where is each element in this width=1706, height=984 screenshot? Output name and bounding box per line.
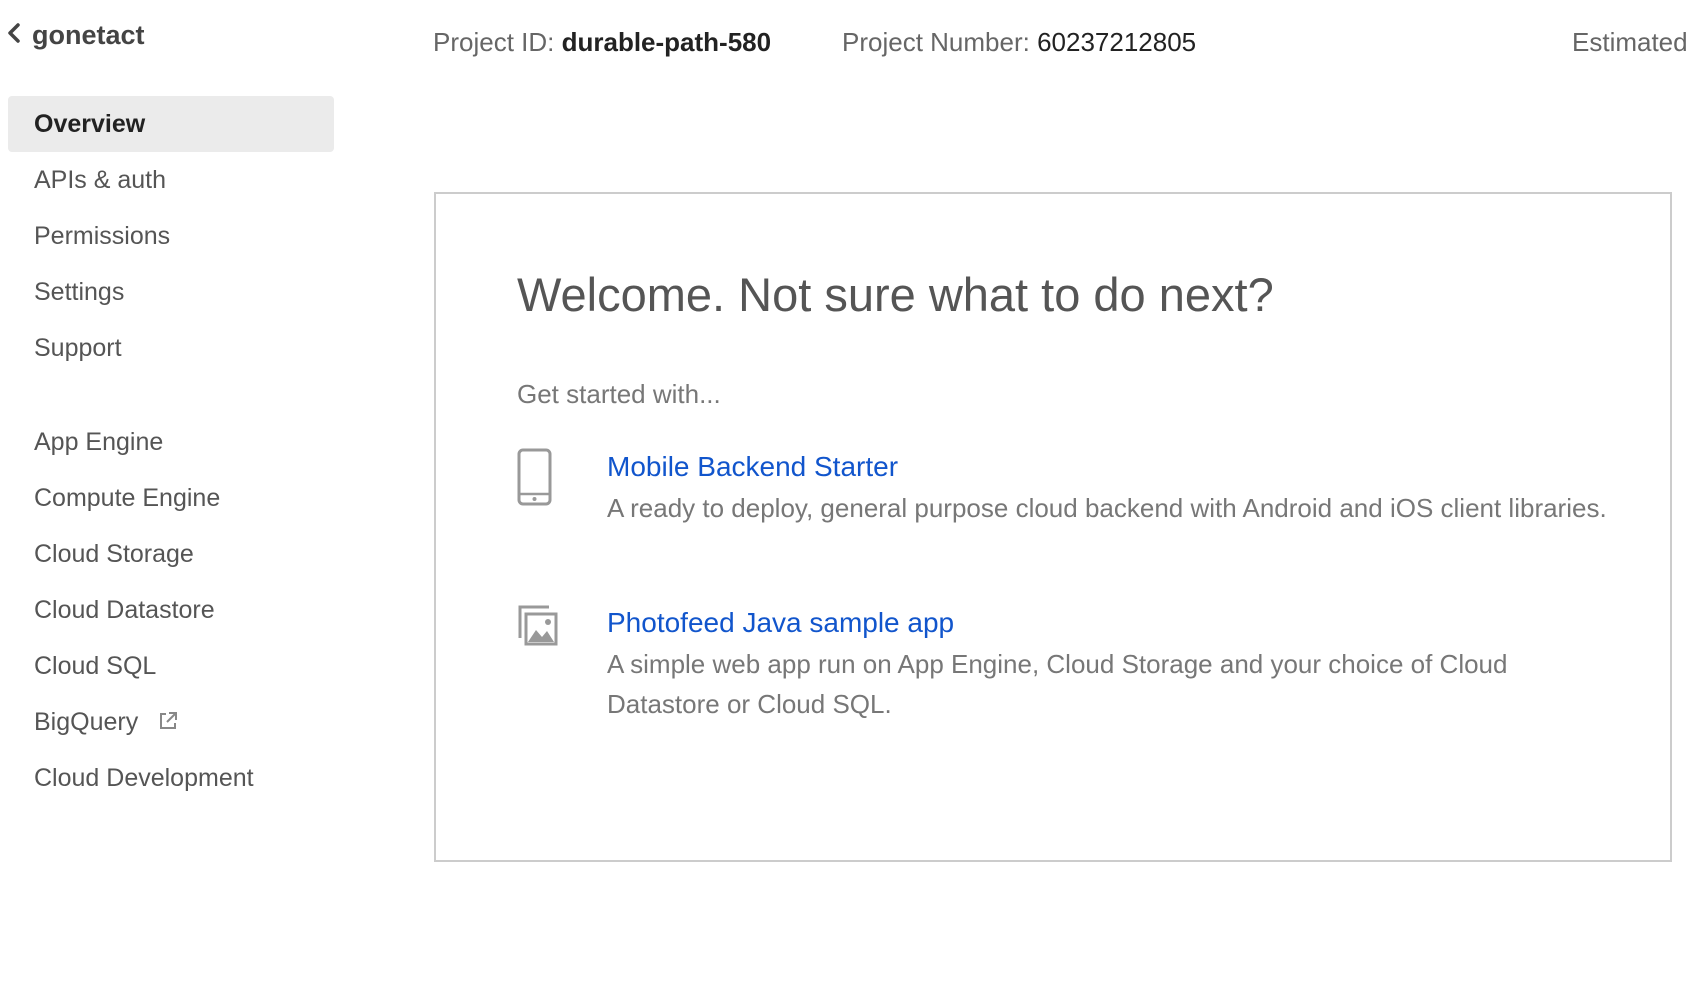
image-gallery-icon	[518, 605, 558, 646]
project-number-value: 60237212805	[1037, 27, 1197, 57]
sidebar-divider-space	[8, 376, 334, 414]
sidebar-item-compute-engine[interactable]: Compute Engine	[8, 470, 334, 526]
welcome-card: Welcome. Not sure what to do next? Get s…	[434, 192, 1672, 862]
welcome-title: Welcome. Not sure what to do next?	[517, 268, 1274, 321]
sidebar-item-settings[interactable]: Settings	[8, 264, 334, 320]
sidebar-item-apis-auth[interactable]: APIs & auth	[8, 152, 334, 208]
mobile-phone-icon	[517, 448, 552, 506]
sidebar-item-label: BigQuery	[34, 708, 139, 736]
starter-text: Photofeed Java sample app A simple web a…	[607, 604, 1607, 724]
page: gonetact Project ID: durable-path-580 Pr…	[0, 0, 1706, 984]
sidebar-item-cloud-sql[interactable]: Cloud SQL	[8, 638, 334, 694]
sidebar-item-app-engine[interactable]: App Engine	[8, 414, 334, 470]
estimated-label: Estimated	[1572, 27, 1688, 57]
starter-item-photofeed: Photofeed Java sample app A simple web a…	[517, 604, 1607, 724]
sidebar-item-support[interactable]: Support	[8, 320, 334, 376]
starter-description: A simple web app run on App Engine, Clou…	[607, 649, 1508, 719]
chevron-left-icon[interactable]	[6, 18, 22, 48]
project-id-value: durable-path-580	[561, 27, 772, 57]
sidebar-item-permissions[interactable]: Permissions	[8, 208, 334, 264]
project-name[interactable]: gonetact	[32, 18, 145, 52]
starter-item-mobile-backend: Mobile Backend Starter A ready to deploy…	[517, 448, 1607, 528]
project-number: Project Number: 60237212805	[842, 26, 1196, 58]
sidebar-item-overview[interactable]: Overview	[8, 96, 334, 152]
project-id: Project ID: durable-path-580	[433, 26, 771, 58]
starter-description: A ready to deploy, general purpose cloud…	[607, 493, 1607, 523]
external-link-icon	[160, 712, 178, 730]
welcome-subtitle: Get started with...	[517, 379, 721, 409]
sidebar-item-bigquery[interactable]: BigQuery	[8, 694, 334, 750]
back-button[interactable]	[6, 18, 22, 48]
project-number-label: Project Number:	[842, 27, 1030, 57]
mobile-backend-starter-link[interactable]: Mobile Backend Starter	[607, 448, 1607, 486]
project-id-label: Project ID:	[433, 27, 555, 57]
starter-text: Mobile Backend Starter A ready to deploy…	[607, 448, 1607, 528]
sidebar-item-cloud-storage[interactable]: Cloud Storage	[8, 526, 334, 582]
sidebar-item-cloud-datastore[interactable]: Cloud Datastore	[8, 582, 334, 638]
sidebar-item-cloud-development[interactable]: Cloud Development	[8, 750, 334, 806]
sidebar-nav: Overview APIs & auth Permissions Setting…	[8, 96, 334, 806]
photofeed-sample-app-link[interactable]: Photofeed Java sample app	[607, 604, 1607, 642]
